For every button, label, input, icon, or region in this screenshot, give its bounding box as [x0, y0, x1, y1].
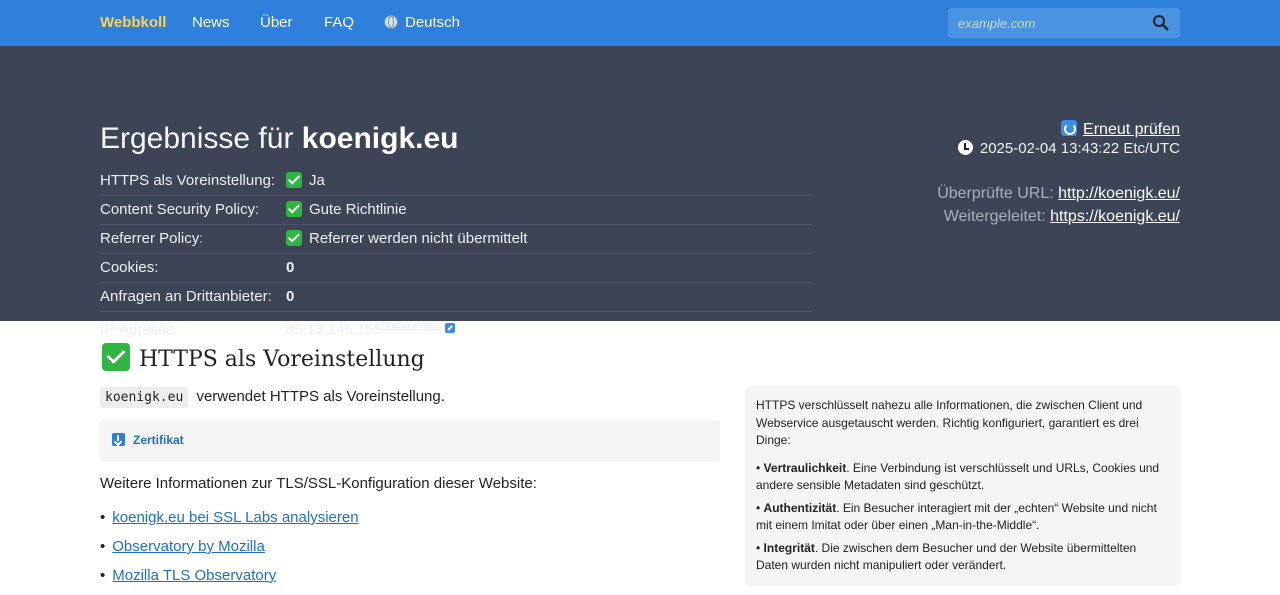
language-selector[interactable]: Deutsch: [384, 14, 460, 31]
title-prefix: Ergebnisse für: [100, 122, 294, 155]
external-link-icon: [444, 323, 455, 334]
summary-row-ip: IP-Adresse: 85.13.145.155Nachschlagen: [100, 311, 812, 347]
scan-timestamp: 2025-02-04 13:43:22 Etc/UTC: [957, 140, 1180, 157]
summary-row-third-party: Anfragen an Drittanbieter: 0: [100, 282, 812, 312]
check-icon: [286, 171, 302, 188]
search-button[interactable]: [1152, 14, 1170, 32]
info-term: Vertraulichkeit: [763, 460, 847, 475]
domain-code: koenigk.eu: [100, 387, 189, 408]
arrow-down-icon: [112, 433, 125, 446]
search-icon: [1153, 15, 1169, 31]
recheck-link[interactable]: Erneut prüfen: [1061, 120, 1180, 139]
check-icon: [286, 230, 302, 246]
ssl-labs-link[interactable]: koenigk.eu bei SSL Labs analysieren: [112, 509, 358, 526]
summary-value: 0: [286, 282, 812, 312]
list-item: Vertraulichkeit. Eine Verbindung ist ver…: [756, 460, 1170, 495]
https-info-box: HTTPS verschlüsselt nahezu alle Informat…: [746, 386, 1180, 586]
search-box: [948, 8, 1180, 38]
summary-label: Anfragen an Drittanbieter:: [100, 282, 286, 312]
nav-link-about[interactable]: Über: [260, 14, 293, 31]
checked-url-link[interactable]: http://koenigk.eu/: [1058, 185, 1180, 202]
globe-icon: [384, 15, 398, 29]
summary-label: Content Security Policy:: [100, 195, 286, 225]
summary-value: Ja: [286, 166, 812, 196]
summary-row-referrer: Referrer Policy: Referrer werden nicht ü…: [100, 224, 812, 254]
list-item: Integrität. Die zwischen dem Besucher un…: [756, 540, 1170, 575]
info-list: Vertraulichkeit. Eine Verbindung ist ver…: [756, 460, 1170, 575]
summary-label: Cookies:: [100, 253, 286, 283]
summary-value: 0: [286, 253, 812, 283]
info-term: Integrität: [763, 540, 815, 555]
certificate-label: Zertifikat: [133, 433, 184, 447]
https-domain-line: koenigk.eu verwendet HTTPS als Voreinste…: [100, 387, 445, 408]
tls-more-info-text: Weitere Informationen zur TLS/SSL-Konfig…: [100, 475, 537, 492]
list-item: Mozilla TLS Observatory: [100, 566, 359, 595]
refresh-icon: [1061, 120, 1078, 136]
redirected-url-label: Weitergeleitet:: [943, 208, 1046, 225]
brand-logo-link[interactable]: Webbkoll: [100, 14, 166, 31]
redirected-url-link[interactable]: https://koenigk.eu/: [1050, 208, 1180, 225]
page-title: Ergebnisse für koenigk.eu: [100, 122, 459, 156]
ip-lookup-link[interactable]: Nachschlagen: [382, 320, 439, 330]
timestamp-text: 2025-02-04 13:43:22 Etc/UTC: [979, 140, 1180, 157]
language-label: Deutsch: [405, 14, 461, 31]
list-item: Observatory by Mozilla: [100, 537, 359, 566]
summary-row-https: HTTPS als Voreinstellung: Ja: [100, 166, 812, 196]
checked-url-line: Überprüfte URL: http://koenigk.eu/: [937, 185, 1180, 203]
https-section-title: HTTPS als Voreinstellung: [102, 343, 425, 372]
summary-label: Referrer Policy:: [100, 224, 286, 254]
ip-address: 85.13.145.155: [286, 321, 382, 339]
nav-link-news[interactable]: News: [192, 14, 230, 31]
summary-row-csp: Content Security Policy: Gute Richtlinie: [100, 195, 812, 225]
certificate-toggle[interactable]: Zertifikat: [112, 433, 184, 447]
redirected-url-line: Weitergeleitet: https://koenigk.eu/: [944, 208, 1180, 226]
check-icon: [102, 343, 130, 371]
summary-value: 85.13.145.155Nachschlagen: [286, 311, 812, 347]
top-navbar: Webbkoll News Über FAQ Deutsch: [0, 0, 1280, 46]
summary-label: IP-Adresse:: [100, 320, 179, 338]
summary-value: Referrer werden nicht übermittelt: [286, 224, 812, 254]
recheck-label: Erneut prüfen: [1083, 121, 1180, 138]
https-domain-text: verwendet HTTPS als Voreinstellung.: [196, 388, 445, 405]
summary-value: Gute Richtlinie: [286, 195, 812, 225]
check-icon: [286, 201, 302, 217]
clock-icon: [957, 140, 973, 155]
summary-table: HTTPS als Voreinstellung: Ja Content Sec…: [100, 166, 812, 347]
list-item: Authentizität. Ein Besucher interagiert …: [756, 500, 1170, 535]
search-input[interactable]: [948, 8, 1148, 38]
summary-row-cookies: Cookies: 0: [100, 253, 812, 283]
title-domain: koenigk.eu: [301, 122, 459, 155]
certificate-panel: Zertifikat: [100, 420, 720, 461]
mozilla-tls-observatory-link[interactable]: Mozilla TLS Observatory: [112, 567, 276, 584]
nav-link-faq[interactable]: FAQ: [324, 14, 354, 31]
tls-link-list: koenigk.eu bei SSL Labs analysieren Obse…: [100, 508, 359, 595]
mozilla-observatory-link[interactable]: Observatory by Mozilla: [112, 538, 265, 555]
summary-label: HTTPS als Voreinstellung:: [100, 166, 286, 196]
info-term: Authentizität: [763, 500, 837, 515]
summary-value-text: Referrer werden nicht übermittelt: [309, 230, 528, 247]
summary-value-text: Gute Richtlinie: [309, 201, 407, 218]
results-header: Ergebnisse für koenigk.eu HTTPS als Vore…: [0, 46, 1280, 338]
checked-url-label: Überprüfte URL:: [937, 185, 1054, 202]
list-item: koenigk.eu bei SSL Labs analysieren: [100, 508, 358, 537]
https-section-title-text: HTTPS als Voreinstellung: [139, 347, 425, 372]
summary-value-text: Ja: [309, 171, 325, 189]
info-intro: HTTPS verschlüsselt nahezu alle Informat…: [756, 398, 1143, 447]
